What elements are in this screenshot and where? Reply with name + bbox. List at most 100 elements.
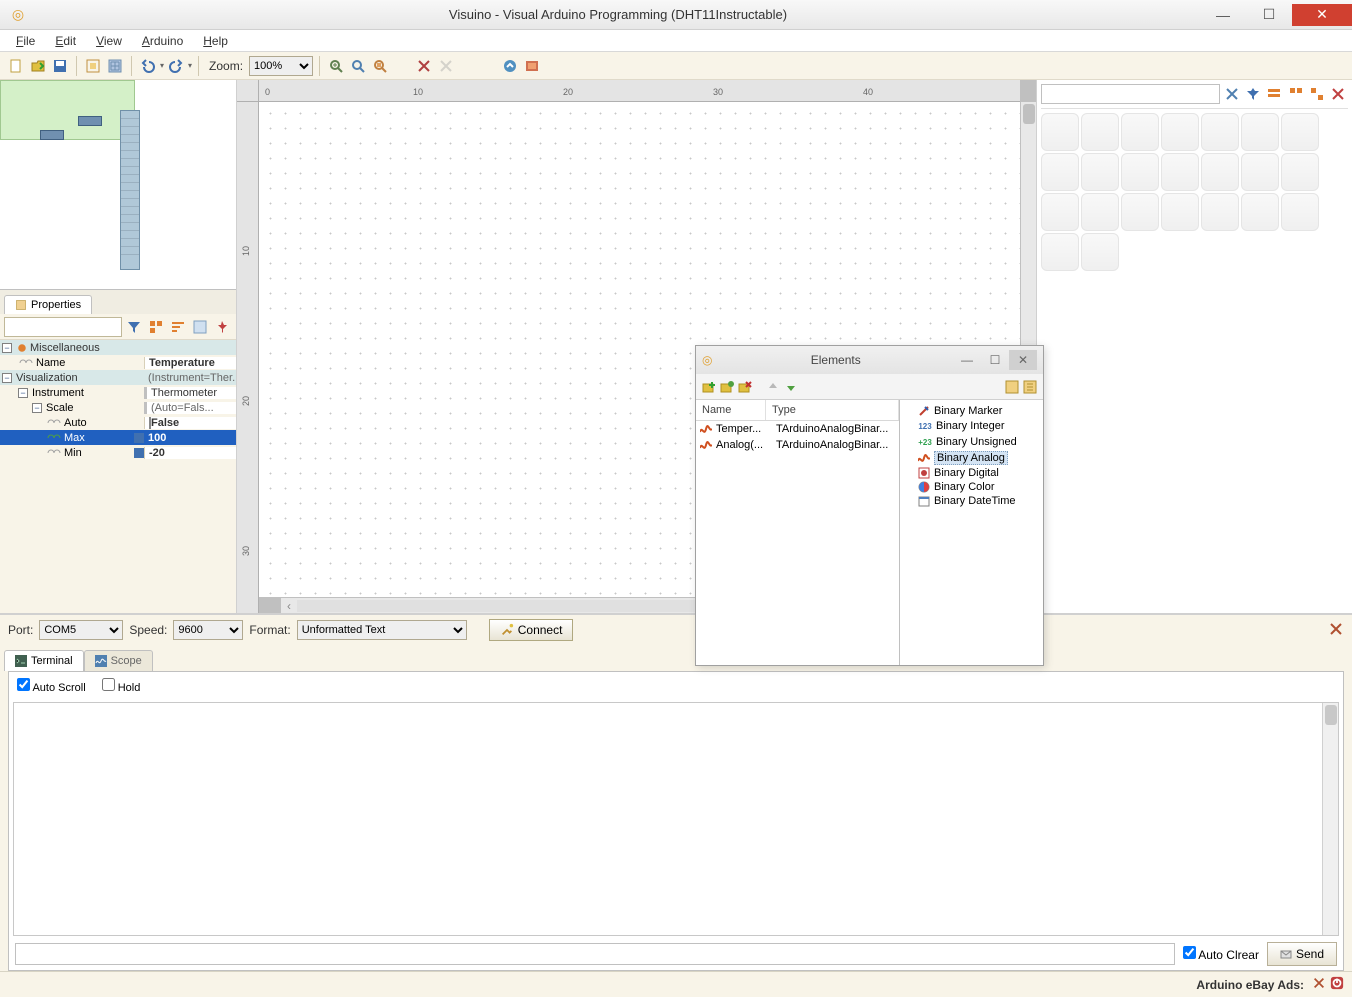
toolbox-item[interactable] bbox=[1081, 193, 1119, 231]
upload-button[interactable] bbox=[500, 56, 520, 76]
toolbox-item[interactable] bbox=[1241, 193, 1279, 231]
menu-file[interactable]: File bbox=[8, 32, 43, 50]
menu-view[interactable]: View bbox=[88, 32, 130, 50]
properties-tab[interactable]: Properties bbox=[4, 295, 92, 314]
tree-item-marker[interactable]: Binary Marker bbox=[902, 404, 1041, 418]
tab-terminal[interactable]: Terminal bbox=[4, 650, 84, 671]
property-group-misc[interactable]: − Miscellaneous bbox=[0, 340, 236, 355]
scroll-up-button[interactable] bbox=[1023, 104, 1035, 124]
menu-help[interactable]: Help bbox=[195, 32, 236, 50]
property-row-auto[interactable]: Auto False bbox=[0, 415, 236, 430]
hold-checkbox[interactable]: Hold bbox=[102, 678, 141, 694]
toolbox-item[interactable] bbox=[1041, 233, 1079, 271]
list-row[interactable]: Temper... TArduinoAnalogBinar... bbox=[696, 421, 899, 437]
property-value-max[interactable]: 100 bbox=[144, 432, 236, 444]
tree-item-analog[interactable]: Binary Analog bbox=[902, 450, 1041, 466]
dialog-maximize-button[interactable]: ☐ bbox=[981, 350, 1009, 370]
col-name[interactable]: Name bbox=[696, 400, 766, 420]
snap-button[interactable] bbox=[105, 56, 125, 76]
elements-dialog[interactable]: ◎ Elements — ☐ ✕ Name bbox=[695, 345, 1044, 666]
toolbox-search-input[interactable] bbox=[1041, 84, 1220, 104]
sort-button[interactable] bbox=[168, 317, 188, 337]
maximize-button[interactable]: ☐ bbox=[1246, 4, 1292, 26]
toolbox-settings-button[interactable] bbox=[1329, 84, 1348, 104]
toolbox-item[interactable] bbox=[1201, 193, 1239, 231]
save-button[interactable] bbox=[50, 56, 70, 76]
property-row-min[interactable]: Min -20 bbox=[0, 445, 236, 460]
col-type[interactable]: Type bbox=[766, 400, 899, 420]
toolbox-item[interactable] bbox=[1201, 153, 1239, 191]
toolbox-item[interactable] bbox=[1161, 153, 1199, 191]
speed-select[interactable]: 9600 bbox=[173, 620, 243, 640]
toolbox-item[interactable] bbox=[1081, 113, 1119, 151]
zoom-fit-button[interactable] bbox=[348, 56, 368, 76]
pin-button[interactable] bbox=[212, 317, 232, 337]
toolbox-category-button[interactable] bbox=[1265, 84, 1284, 104]
tree-item-datetime[interactable]: Binary DateTime bbox=[902, 494, 1041, 508]
toolbox-item[interactable] bbox=[1161, 193, 1199, 231]
toolbox-item[interactable] bbox=[1041, 153, 1079, 191]
redo-button[interactable] bbox=[166, 56, 186, 76]
toolbox-view-button[interactable] bbox=[1286, 84, 1305, 104]
property-row-max[interactable]: Max 100 bbox=[0, 430, 236, 445]
remove-element-button[interactable] bbox=[738, 380, 752, 394]
tree-item-unsigned[interactable]: +23Binary Unsigned bbox=[902, 434, 1041, 450]
menu-edit[interactable]: Edit bbox=[47, 32, 84, 50]
zoom-selection-button[interactable] bbox=[370, 56, 390, 76]
status-power-icon[interactable] bbox=[1330, 976, 1344, 993]
elements-tree[interactable]: Binary Marker 123Binary Integer +23Binar… bbox=[900, 400, 1043, 665]
expand-button[interactable] bbox=[190, 317, 210, 337]
port-select[interactable]: COM5 bbox=[39, 620, 123, 640]
overview-viewport[interactable] bbox=[0, 80, 135, 140]
new-file-button[interactable] bbox=[6, 56, 26, 76]
zoom-select[interactable]: 100% bbox=[249, 56, 313, 76]
toolbox-item[interactable] bbox=[1281, 193, 1319, 231]
toolbox-item[interactable] bbox=[1121, 113, 1159, 151]
property-row-name[interactable]: Name Temperature bbox=[0, 355, 236, 370]
toolbox-item[interactable] bbox=[1081, 233, 1119, 271]
send-button[interactable]: Send bbox=[1267, 942, 1337, 966]
auto-clear-checkbox[interactable]: Auto Clrear bbox=[1183, 946, 1259, 962]
toolbox-item[interactable] bbox=[1281, 153, 1319, 191]
view-list-button[interactable] bbox=[1005, 380, 1019, 394]
connect-button[interactable]: Connect bbox=[489, 619, 574, 641]
terminal-scrollbar[interactable] bbox=[1322, 703, 1338, 935]
toolbox-item[interactable] bbox=[1121, 193, 1159, 231]
arduino-ide-button[interactable] bbox=[522, 56, 542, 76]
tab-scope[interactable]: Scope bbox=[84, 650, 153, 671]
list-row[interactable]: Analog(... TArduinoAnalogBinar... bbox=[696, 437, 899, 453]
serial-tools-icon[interactable] bbox=[1328, 621, 1344, 640]
toolbox-item[interactable] bbox=[1121, 153, 1159, 191]
toolbox-item[interactable] bbox=[1081, 153, 1119, 191]
tree-item-color[interactable]: Binary Color bbox=[902, 480, 1041, 494]
toolbox-item[interactable] bbox=[1201, 113, 1239, 151]
dialog-close-button[interactable]: ✕ bbox=[1009, 350, 1037, 370]
toolbox-sort-button[interactable] bbox=[1307, 84, 1326, 104]
categorize-button[interactable] bbox=[146, 317, 166, 337]
toolbox-item[interactable] bbox=[1241, 153, 1279, 191]
property-value-instrument[interactable]: Thermometer bbox=[144, 387, 236, 399]
terminal-input[interactable] bbox=[15, 943, 1175, 965]
toolbox-item[interactable] bbox=[1041, 113, 1079, 151]
dialog-minimize-button[interactable]: — bbox=[953, 350, 981, 370]
scroll-left-button[interactable]: ‹ bbox=[281, 599, 297, 613]
copy-element-button[interactable] bbox=[720, 380, 734, 394]
property-row-instrument[interactable]: − Instrument Thermometer bbox=[0, 385, 236, 400]
delete-button[interactable] bbox=[414, 56, 434, 76]
undo-button[interactable] bbox=[138, 56, 158, 76]
toolbox-item[interactable] bbox=[1041, 193, 1079, 231]
move-down-button[interactable] bbox=[784, 380, 798, 394]
open-file-button[interactable] bbox=[28, 56, 48, 76]
toolbox-item[interactable] bbox=[1281, 113, 1319, 151]
status-tools-icon[interactable] bbox=[1312, 976, 1326, 993]
elements-list[interactable]: Name Type Temper... TArduinoAnalogBinar.… bbox=[696, 400, 900, 665]
overview-panel[interactable] bbox=[0, 80, 236, 290]
grid-toggle-button[interactable] bbox=[83, 56, 103, 76]
property-value-auto[interactable]: False bbox=[144, 417, 236, 429]
dialog-titlebar[interactable]: ◎ Elements — ☐ ✕ bbox=[696, 346, 1043, 374]
redo-dropdown[interactable]: ▾ bbox=[188, 61, 192, 70]
auto-scroll-checkbox[interactable]: Auto Scroll bbox=[17, 678, 86, 694]
toolbox-item[interactable] bbox=[1161, 113, 1199, 151]
zoom-in-button[interactable] bbox=[326, 56, 346, 76]
filter-button[interactable] bbox=[124, 317, 144, 337]
